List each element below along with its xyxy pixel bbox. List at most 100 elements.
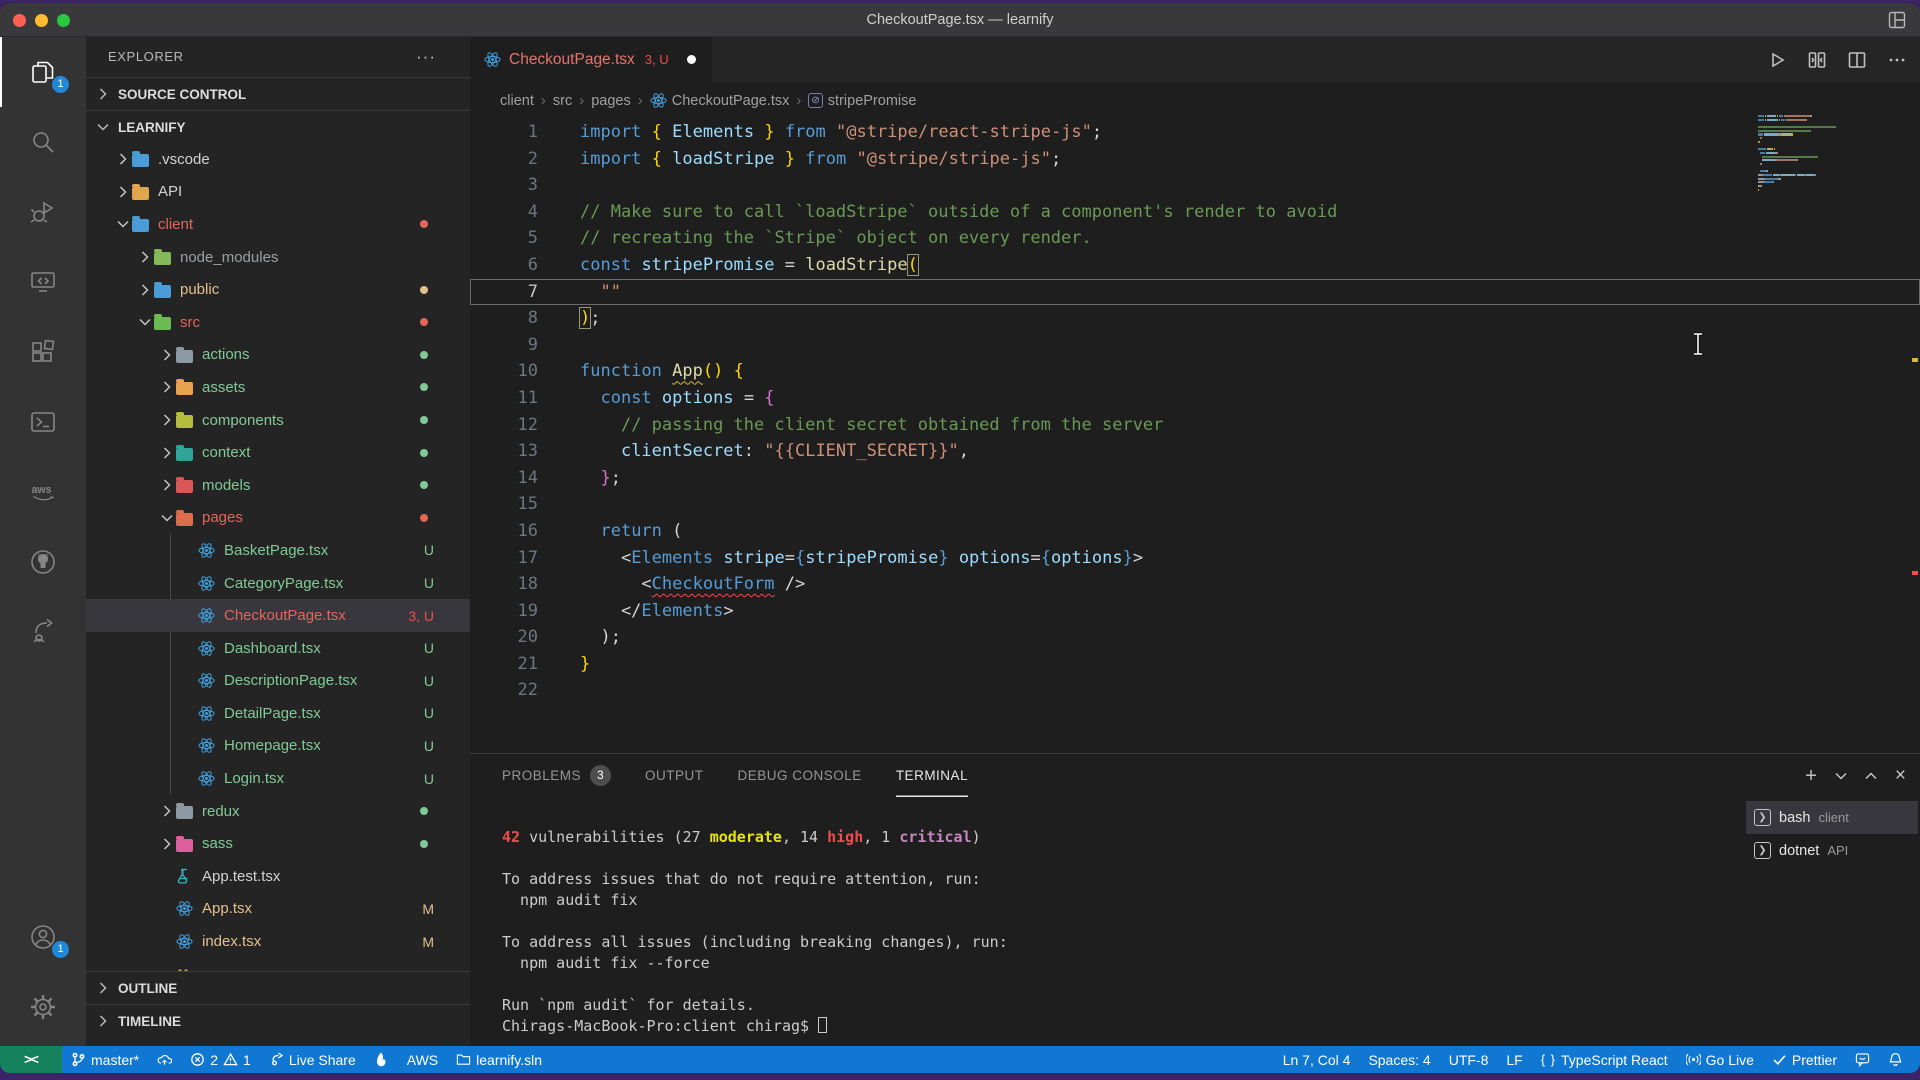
tree-item-client[interactable]: client	[86, 208, 470, 241]
split-diff-icon[interactable]	[1804, 47, 1830, 73]
symbol-variable-icon: ⊘	[808, 93, 823, 108]
run-icon[interactable]	[1764, 47, 1790, 73]
tree-item-DetailPage.tsx[interactable]: DetailPage.tsx U	[86, 697, 470, 730]
panel-tab-output[interactable]: OUTPUT	[645, 754, 704, 797]
git-status-badge: U	[423, 542, 434, 559]
panel-tab-debug-console[interactable]: DEBUG CONSOLE	[738, 754, 862, 797]
tree-item-Dashboard.tsx[interactable]: Dashboard.tsx U	[86, 632, 470, 665]
tree-item-CategoryPage.tsx[interactable]: CategoryPage.tsx U	[86, 567, 470, 600]
tree-item-public[interactable]: public	[86, 273, 470, 306]
tree-item-node_modules[interactable]: node_modules	[86, 241, 470, 274]
chevron-right-icon	[158, 414, 176, 426]
react-icon	[198, 542, 222, 559]
status-live-share[interactable]: Live Share	[260, 1046, 365, 1073]
chevron-right-icon	[94, 982, 112, 994]
breadcrumb-item-client[interactable]: client	[500, 93, 534, 109]
status-encoding[interactable]: UTF-8	[1440, 1046, 1498, 1073]
chevron-up-icon[interactable]	[1865, 771, 1877, 780]
terminal-instance-dotnet[interactable]: ❯ dotnet API	[1746, 834, 1918, 867]
activity-extensions[interactable]	[0, 317, 86, 387]
status-flame[interactable]	[365, 1046, 398, 1073]
folder-icon	[176, 477, 200, 494]
layout-grid-icon[interactable]	[1888, 11, 1906, 29]
tree-item-.vscode[interactable]: .vscode	[86, 143, 470, 176]
status-git-branch[interactable]: master*	[62, 1046, 148, 1073]
tree-item-label: assets	[202, 378, 246, 396]
status-cursor-position[interactable]: Ln 7, Col 4	[1274, 1046, 1360, 1073]
status-feedback[interactable]	[1846, 1046, 1879, 1073]
tree-item-redux[interactable]: redux	[86, 795, 470, 828]
section-timeline[interactable]: TIMELINE	[86, 1004, 470, 1037]
dirty-indicator-icon[interactable]	[686, 55, 696, 64]
tab-checkoutpage[interactable]: CheckoutPage.tsx 3, U	[470, 37, 712, 82]
status-prettier[interactable]: Prettier	[1763, 1046, 1846, 1073]
tree-item-App.tsx[interactable]: App.tsx M	[86, 893, 470, 926]
plus-icon[interactable]: +	[1805, 766, 1817, 786]
status-language-mode[interactable]: { } TypeScript React	[1532, 1046, 1677, 1073]
breadcrumb-item-src[interactable]: src	[553, 93, 572, 109]
breadcrumb-item-stripePromise[interactable]: ⊘ stripePromise	[808, 93, 916, 109]
status-solution[interactable]: learnify.sln	[447, 1046, 551, 1073]
activity-aws[interactable]: aws	[0, 457, 86, 527]
activity-powershell[interactable]	[0, 387, 86, 457]
terminal-output[interactable]: 42 vulnerabilities (27 moderate, 14 high…	[502, 827, 1730, 1037]
extensions-icon	[28, 337, 58, 367]
remote-indicator[interactable]: ><	[0, 1046, 62, 1073]
react-icon	[198, 607, 222, 624]
tree-item-App.test.tsx[interactable]: App.test.tsx	[86, 860, 470, 893]
folder-icon	[176, 444, 200, 461]
tree-item-Login.tsx[interactable]: Login.tsx U	[86, 762, 470, 795]
tree-item-sass[interactable]: sass	[86, 827, 470, 860]
tree-item-DescriptionPage.tsx[interactable]: DescriptionPage.tsx U	[86, 665, 470, 698]
code-area[interactable]: 1 import { Elements } from "@stripe/react…	[470, 119, 1920, 753]
tree-item-components[interactable]: components	[86, 404, 470, 437]
tree-item-pages[interactable]: pages	[86, 502, 470, 535]
status-indentation[interactable]: Spaces: 4	[1359, 1046, 1439, 1073]
activity-github[interactable]	[0, 527, 86, 597]
folder-icon	[176, 379, 200, 396]
chevron-down-icon[interactable]	[1835, 772, 1847, 780]
terminal-instance-bash[interactable]: ❯ bash client	[1746, 801, 1918, 834]
tree-item-actions[interactable]: actions	[86, 339, 470, 372]
status-aws[interactable]: AWS	[398, 1046, 447, 1073]
code-line-16: 16 return (	[470, 518, 1920, 545]
activity-badge: 1	[52, 76, 69, 93]
section-outline[interactable]: OUTLINE	[86, 971, 470, 1004]
breadcrumb-item-CheckoutPage.tsx[interactable]: CheckoutPage.tsx	[650, 92, 789, 109]
status-go-live[interactable]: Go Live	[1677, 1046, 1763, 1073]
tree-item-partial[interactable]	[86, 958, 470, 971]
activity-remote-explorer[interactable]	[0, 247, 86, 317]
chevron-right-icon	[136, 251, 154, 263]
tree-item-index.tsx[interactable]: index.tsx M	[86, 925, 470, 958]
split-editor-icon[interactable]	[1844, 47, 1870, 73]
activity-explorer[interactable]: 1	[0, 37, 86, 107]
panel-tab-problems[interactable]: PROBLEMS 3	[502, 754, 612, 797]
git-status-dot-icon	[420, 807, 428, 816]
status-notifications[interactable]	[1879, 1046, 1912, 1073]
tree-item-assets[interactable]: assets	[86, 371, 470, 404]
tree-item-models[interactable]: models	[86, 469, 470, 502]
activity-accounts[interactable]: 1	[0, 902, 86, 972]
ellipsis-icon[interactable]: ···	[416, 47, 436, 67]
git-status-badge: U	[423, 672, 434, 689]
activity-settings[interactable]	[0, 972, 86, 1042]
tree-item-BasketPage.tsx[interactable]: BasketPage.tsx U	[86, 534, 470, 567]
tree-item-src[interactable]: src	[86, 306, 470, 339]
status-eol[interactable]: LF	[1497, 1046, 1531, 1073]
section-source-control[interactable]: SOURCE CONTROL	[86, 77, 470, 110]
tree-item-API[interactable]: API	[86, 176, 470, 209]
activity-run-debug[interactable]	[0, 177, 86, 247]
tree-item-Homepage.tsx[interactable]: Homepage.tsx U	[86, 730, 470, 763]
activity-search[interactable]	[0, 107, 86, 177]
ellipsis-icon[interactable]	[1884, 47, 1910, 73]
tree-item-context[interactable]: context	[86, 436, 470, 469]
activity-live-share[interactable]	[0, 597, 86, 667]
panel-tab-terminal[interactable]: TERMINAL	[896, 754, 968, 797]
status-problems[interactable]: 21	[181, 1046, 260, 1073]
close-icon[interactable]: ×	[1895, 766, 1906, 785]
tree-item-CheckoutPage.tsx[interactable]: CheckoutPage.tsx 3, U	[86, 599, 470, 632]
status-sync[interactable]	[148, 1046, 181, 1073]
breadcrumb-item-pages[interactable]: pages	[591, 93, 631, 109]
section-workspace[interactable]: LEARNIFY	[86, 110, 470, 143]
minimap[interactable]	[1758, 115, 1914, 196]
